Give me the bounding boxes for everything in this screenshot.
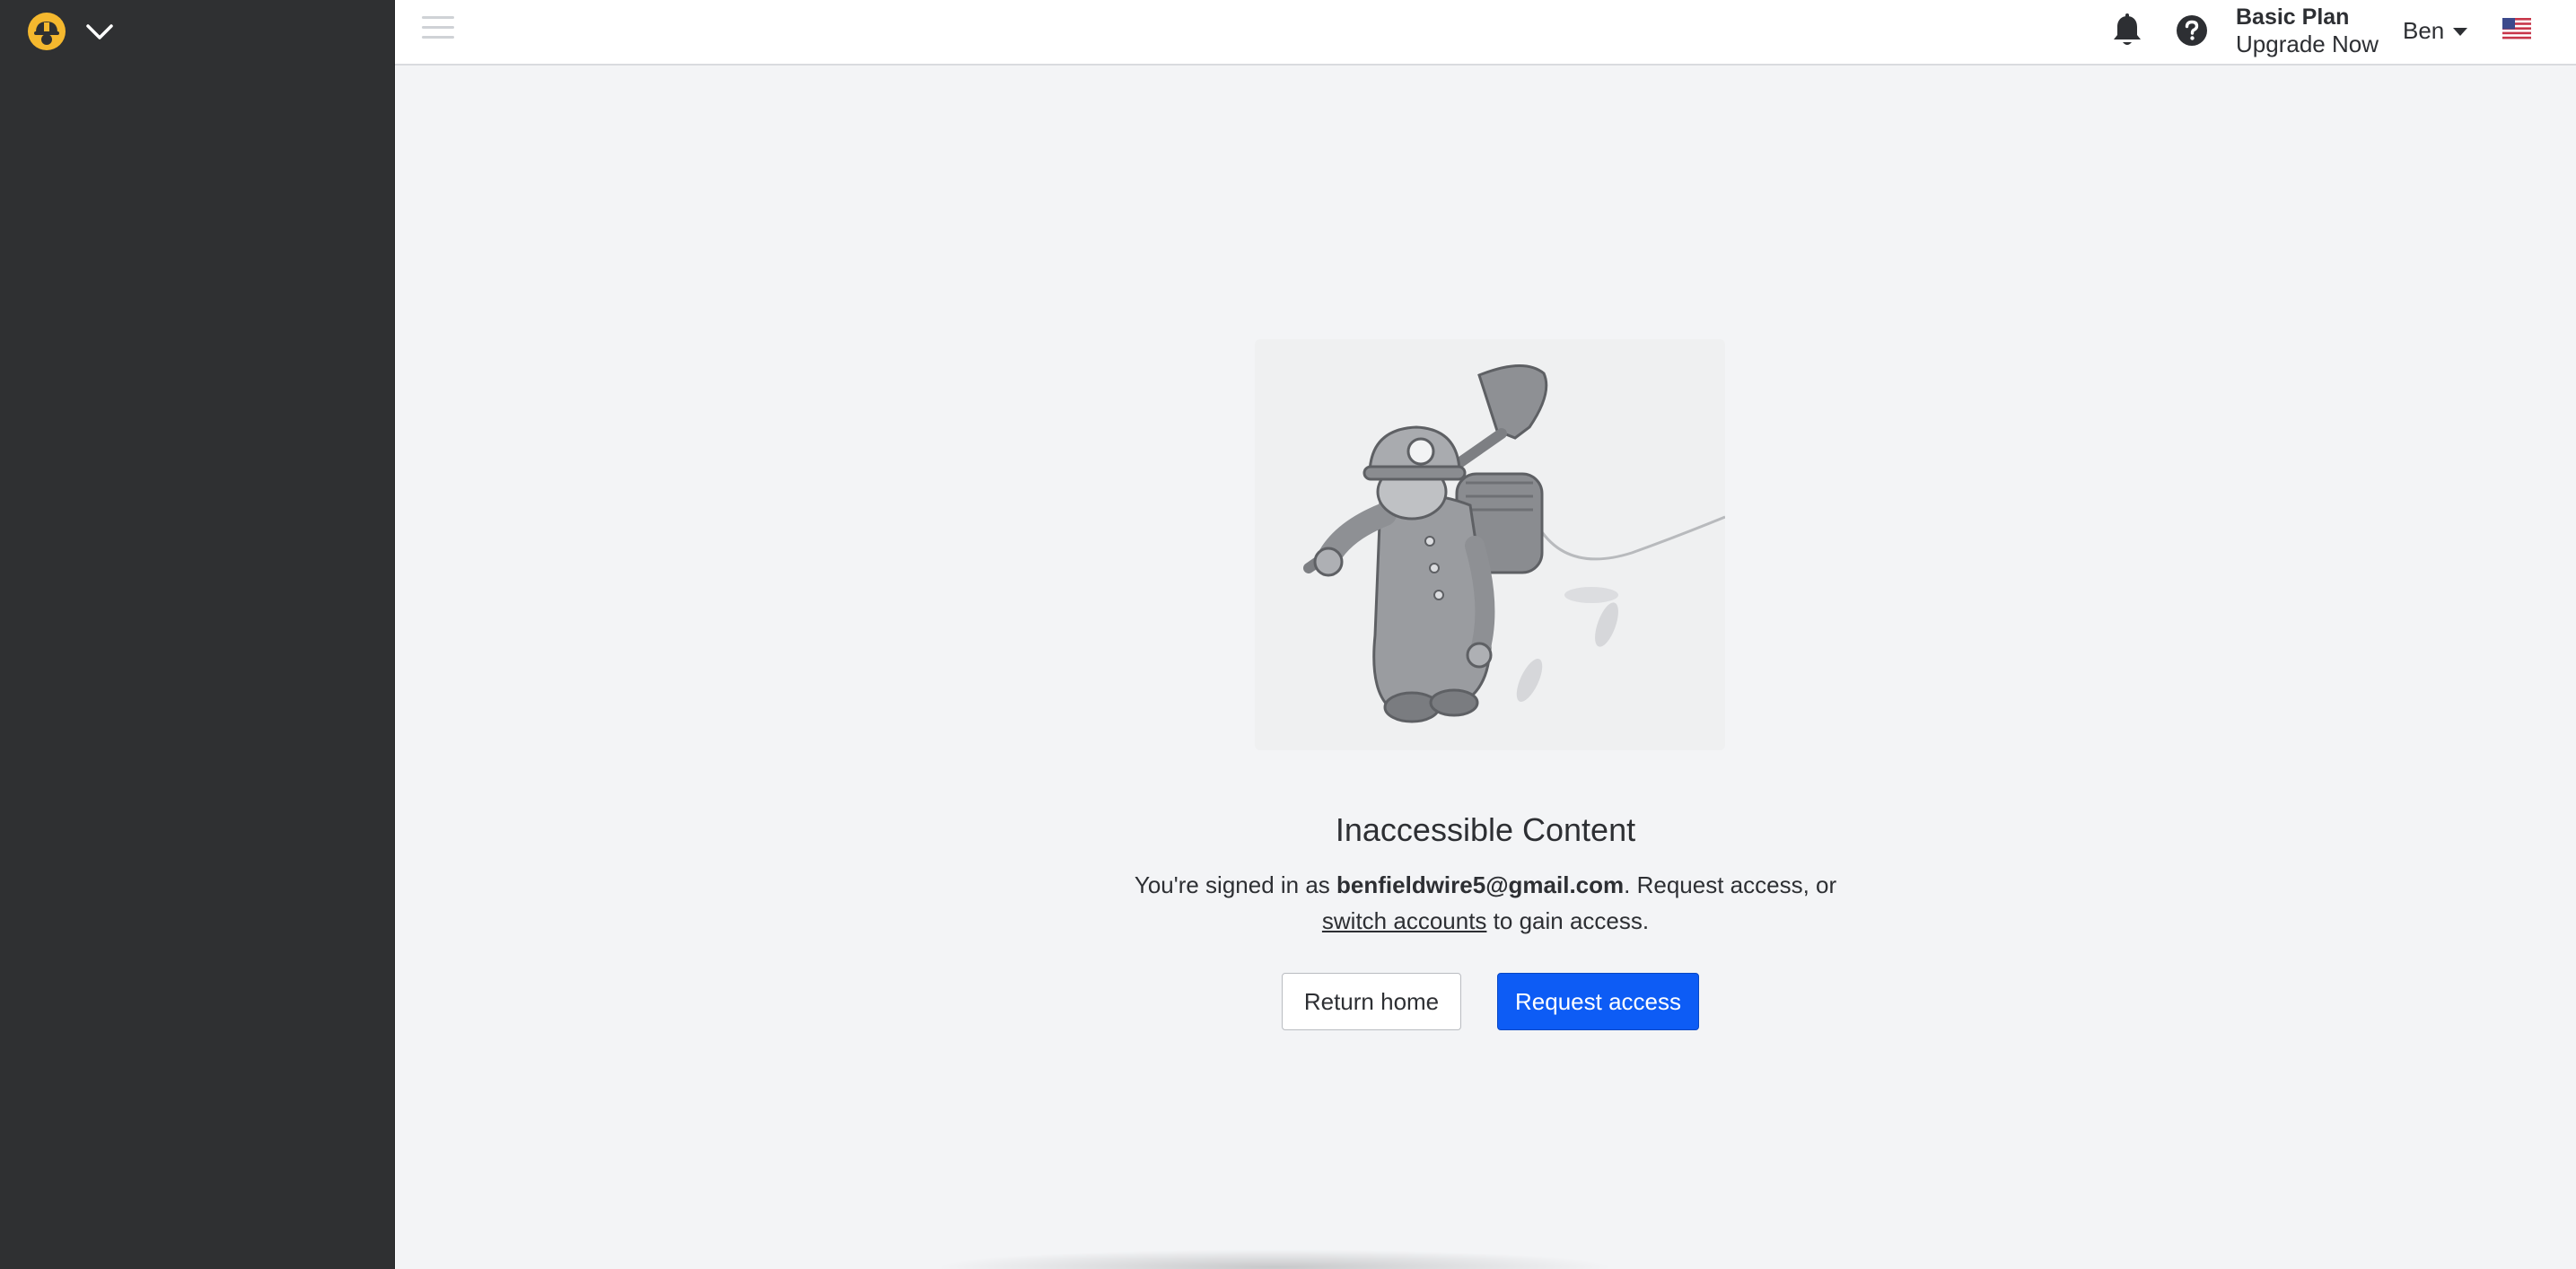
page-title: Inaccessible Content [1335,811,1636,848]
return-home-button[interactable]: Return home [1282,973,1461,1030]
user-menu[interactable]: Ben [2403,13,2468,48]
message-middle: . Request access, or [1624,871,1837,898]
signed-in-email: benfieldwire5@gmail.com [1336,871,1625,898]
bell-icon[interactable] [2111,13,2143,48]
chevron-down-icon[interactable] [84,18,115,45]
plan-info[interactable]: Basic Plan Upgrade Now [2236,4,2379,57]
bottom-shadow [933,1249,1616,1269]
message-suffix: to gain access. [1486,907,1650,934]
question-circle-icon[interactable] [2175,13,2209,48]
switch-accounts-link[interactable]: switch accounts [1322,907,1487,934]
message-line-1: You're signed in as benfieldwire5@gmail.… [395,867,2576,903]
access-message: You're signed in as benfieldwire5@gmail.… [395,867,2576,939]
message-prefix: You're signed in as [1134,871,1337,898]
message-line-2: switch accounts to gain access. [395,903,2576,939]
plan-name: Basic Plan [2236,4,2350,30]
user-name: Ben [2403,16,2445,44]
construction-worker-illustration [1255,339,1726,750]
sidebar [0,0,395,1269]
us-flag-icon[interactable] [2502,18,2531,39]
request-access-button[interactable]: Request access [1497,973,1699,1030]
caret-down-icon [2453,28,2468,36]
helmet-logo-icon[interactable] [27,12,66,51]
hamburger-menu-icon[interactable] [422,16,454,41]
top-bar: Basic Plan Upgrade Now Ben [395,0,2576,66]
upgrade-now-link[interactable]: Upgrade Now [2236,31,2379,57]
